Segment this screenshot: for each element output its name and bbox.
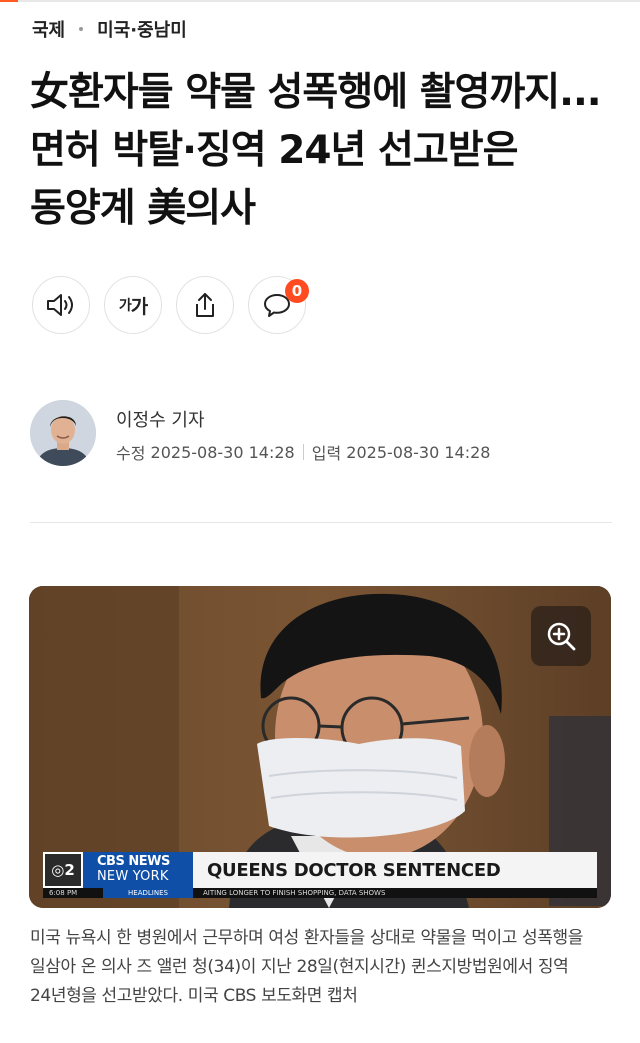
broadcast-time: 6:08 PM bbox=[49, 889, 78, 897]
modified-label: 수정 bbox=[116, 444, 146, 463]
share-icon bbox=[196, 293, 214, 317]
breadcrumb-separator bbox=[79, 27, 84, 31]
section-divider bbox=[30, 522, 612, 523]
zoom-in-icon bbox=[547, 622, 576, 651]
speaker-icon bbox=[47, 294, 73, 316]
font-size-large-label: 가 bbox=[130, 295, 149, 318]
crawl-text: AITING LONGER TO FINISH SHOPPING, DATA S… bbox=[203, 889, 386, 897]
strip-label: HEADLINES bbox=[103, 888, 193, 898]
font-size-button[interactable]: 가가 bbox=[104, 276, 162, 334]
published-datetime: 2025-08-30 14:28 bbox=[346, 442, 491, 462]
author-avatar[interactable] bbox=[30, 400, 96, 466]
article-photo[interactable]: ◎ 2 CBS NEWS NEW YORK QUEENS DOCTOR SENTE… bbox=[29, 586, 611, 908]
modified-datetime: 2025-08-30 14:28 bbox=[150, 442, 295, 462]
news-crawl-strip: 6:08 PM HEADLINES AITING LONGER TO FINIS… bbox=[43, 888, 597, 898]
network-line2: NEW YORK bbox=[97, 869, 169, 884]
network-logo: CBS NEWS NEW YORK bbox=[83, 852, 193, 888]
comment-button[interactable]: 0 bbox=[248, 276, 309, 334]
share-button[interactable] bbox=[176, 276, 234, 334]
channel-badge: ◎ 2 bbox=[43, 852, 83, 888]
article-dates: 수정 2025-08-30 14:28 입력 2025-08-30 14:28 bbox=[116, 440, 490, 464]
top-progress-bar bbox=[0, 0, 640, 2]
zoom-button[interactable] bbox=[531, 606, 591, 666]
author-name[interactable]: 이정수 기자 bbox=[116, 406, 205, 432]
news-lower-third: ◎ 2 CBS NEWS NEW YORK QUEENS DOCTOR SENTE… bbox=[43, 852, 597, 898]
published-label: 입력 bbox=[311, 444, 342, 463]
font-size-small-label: 가 bbox=[118, 298, 132, 314]
news-headline: QUEENS DOCTOR SENTENCED bbox=[193, 852, 597, 888]
article-title: 女환자들 약물 성폭행에 촬영까지... 면허 박탈·징역 24년 선고받은 동… bbox=[30, 70, 602, 231]
network-line1: CBS NEWS bbox=[97, 854, 170, 869]
photo-caption: 미국 뉴욕시 한 병원에서 근무하며 여성 환자들을 상대로 약물을 먹이고 성… bbox=[30, 928, 583, 1006]
article-toolbar: 가가 0 bbox=[32, 276, 309, 334]
breadcrumb-subsection[interactable]: 미국·중남미 bbox=[97, 16, 187, 42]
breadcrumb: 국제 미국·중남미 bbox=[32, 15, 187, 43]
comment-count-badge: 0 bbox=[285, 279, 309, 303]
breadcrumb-section[interactable]: 국제 bbox=[32, 16, 65, 42]
date-separator bbox=[302, 444, 304, 460]
listen-button[interactable] bbox=[32, 276, 90, 334]
